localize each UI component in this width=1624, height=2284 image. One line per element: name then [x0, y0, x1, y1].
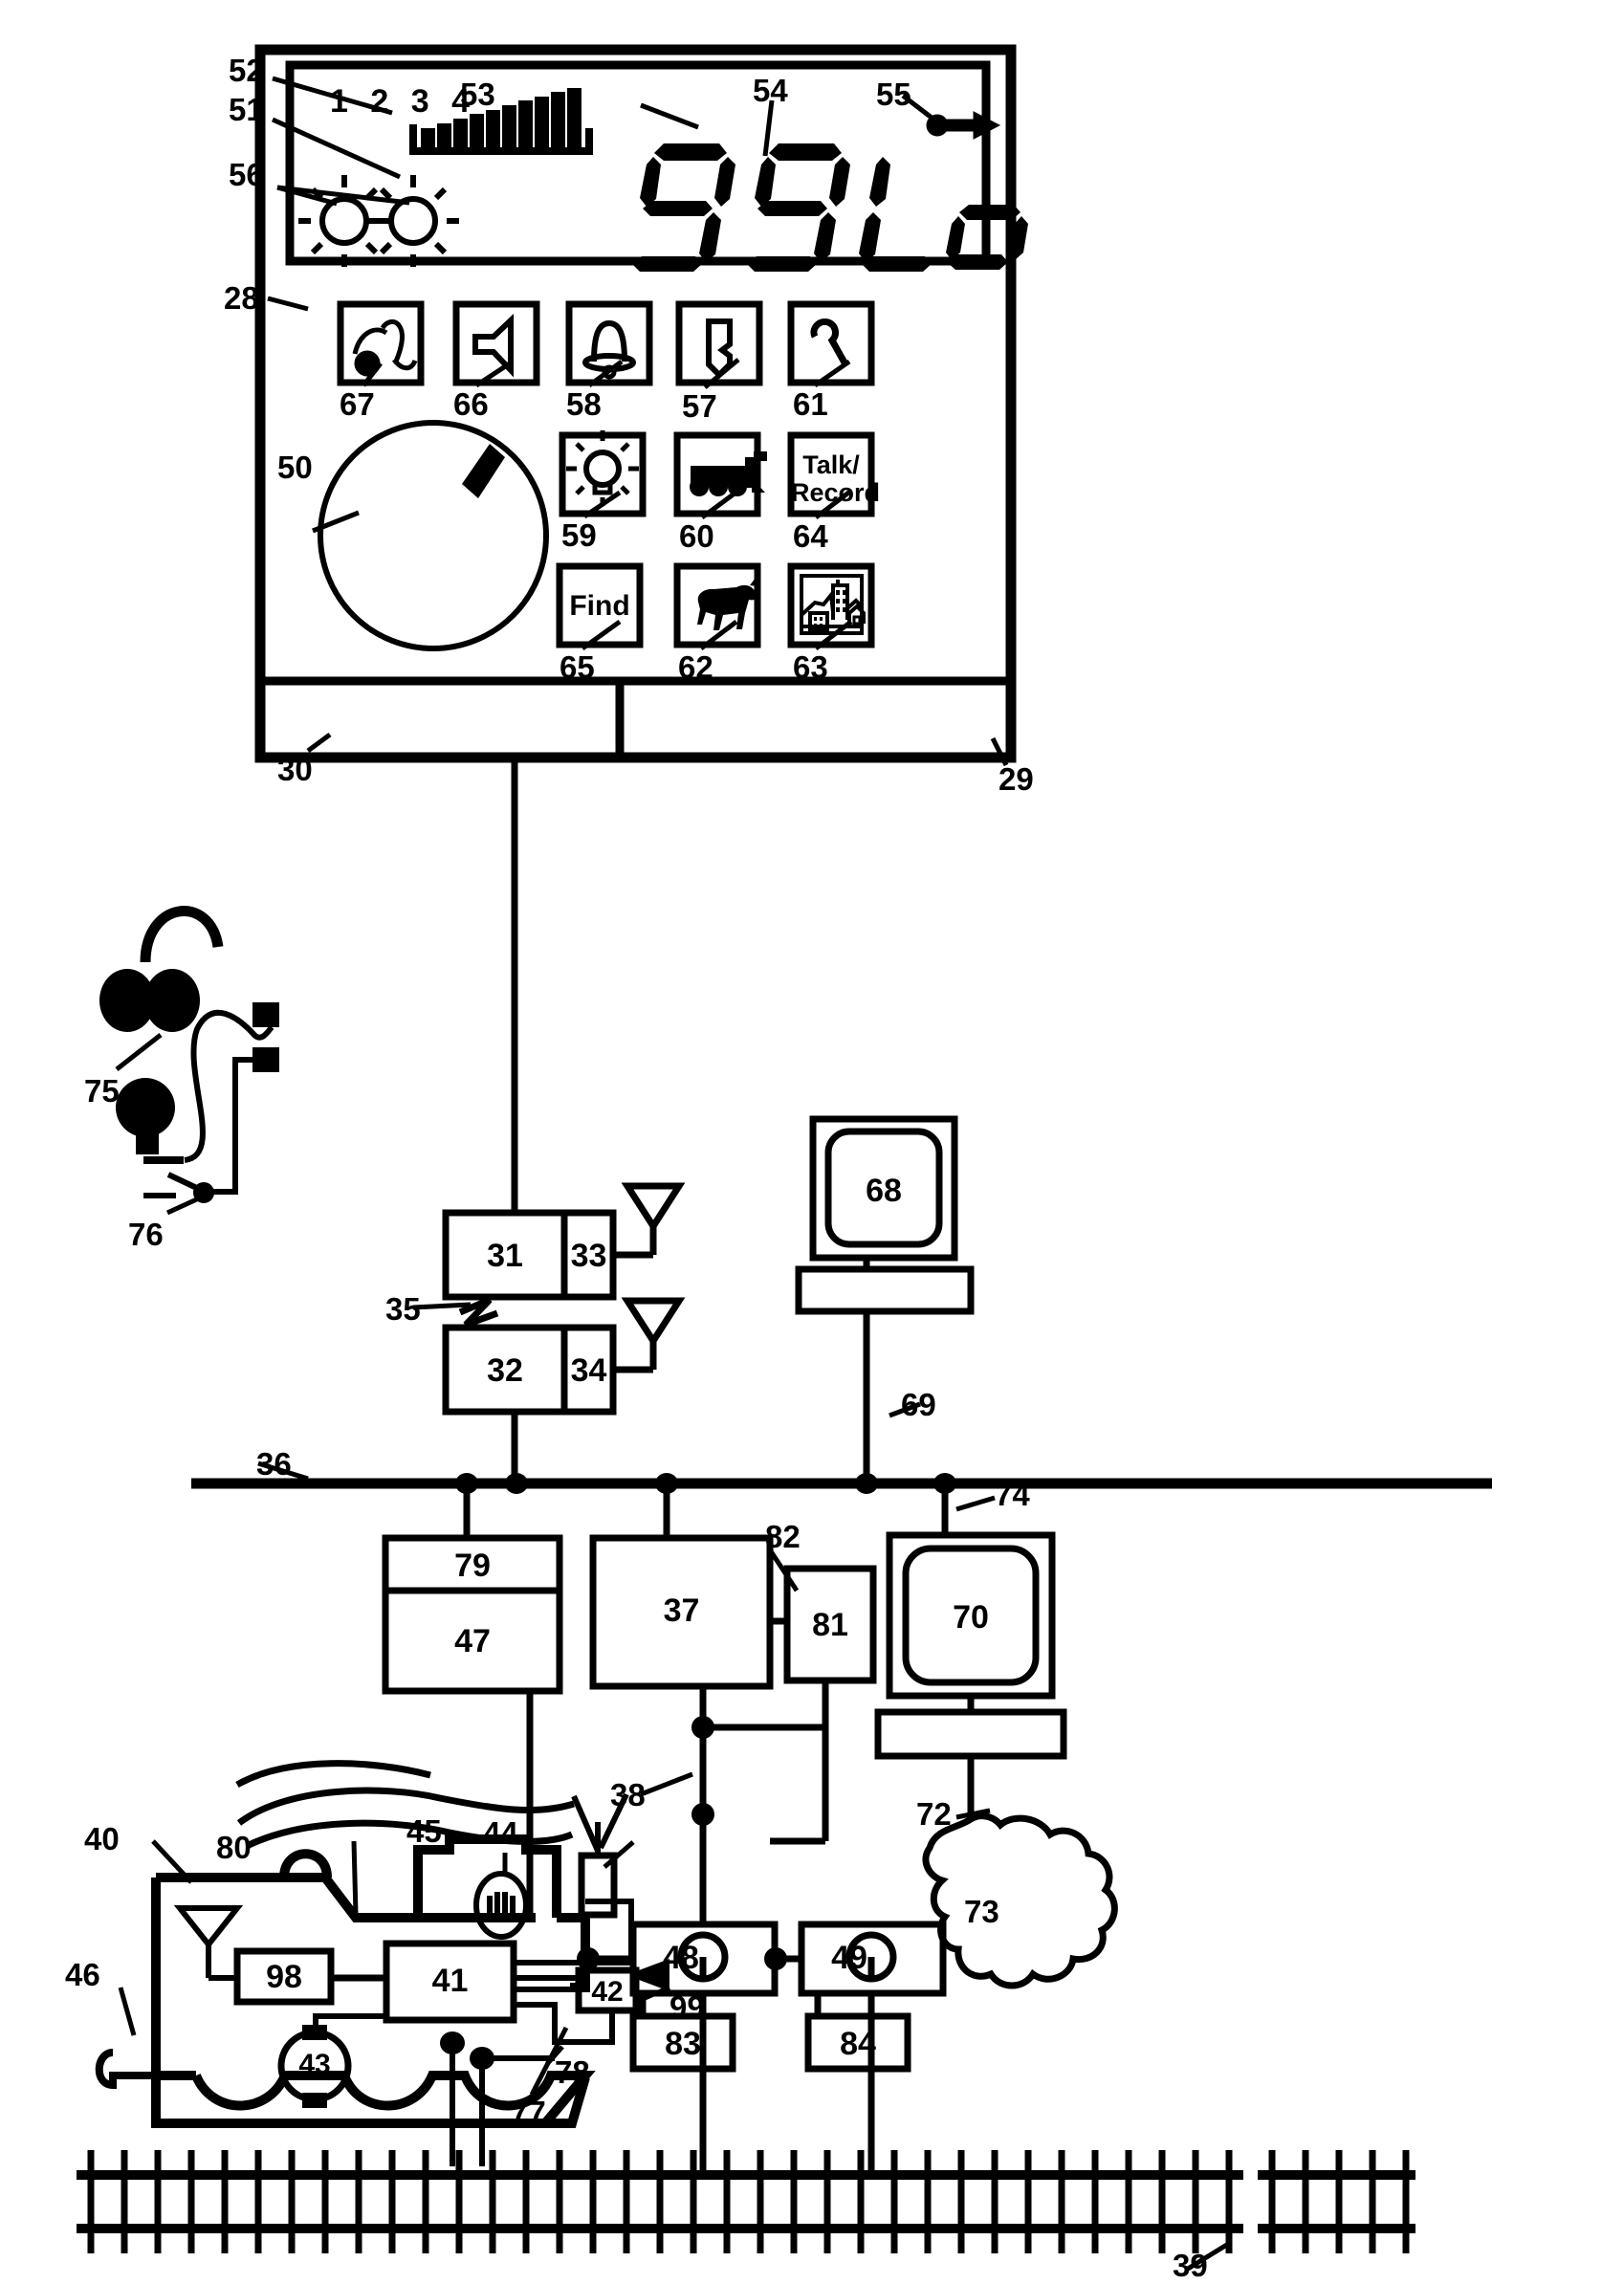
ref-72: 72 — [916, 1796, 952, 1832]
railroad-track — [77, 2150, 1416, 2253]
box-42: 42 — [591, 1976, 624, 2008]
lamp-icons-group — [298, 175, 459, 267]
ref-66: 66 — [453, 386, 489, 422]
box-34: 34 — [570, 1352, 607, 1389]
ref-58: 58 — [566, 386, 602, 422]
ref-60: 60 — [679, 518, 714, 554]
ref-40: 40 — [84, 1821, 120, 1856]
box-32: 32 — [487, 1352, 523, 1389]
box-84: 84 — [840, 2026, 876, 2062]
box-41: 41 — [431, 1963, 469, 1999]
ref-78: 78 — [555, 2054, 590, 2090]
ref-57: 57 — [682, 388, 717, 424]
ref-64: 64 — [793, 518, 828, 554]
lcd-digit-readout — [632, 143, 1028, 272]
ref-59: 59 — [561, 517, 597, 553]
figure-canvas: 1 2 3 4 52 51 56 53 54 55 28 50 67 66 58… — [0, 0, 1624, 2283]
cityscape-icon — [800, 574, 866, 635]
throttle-dial — [318, 420, 549, 651]
ref-50: 50 — [277, 450, 313, 485]
ref-38: 38 — [610, 1777, 646, 1812]
monitor-70 — [874, 1483, 1067, 1819]
box-49: 49 — [831, 1940, 867, 1976]
speaker-icon — [472, 314, 514, 378]
box-83: 83 — [665, 2026, 701, 2062]
cloud-network — [922, 1812, 1118, 1989]
box-81: 81 — [812, 1607, 848, 1643]
box-48: 48 — [663, 1940, 699, 1976]
talk-record-line2: Record — [791, 478, 881, 508]
jack-upper — [252, 1002, 279, 1027]
box-37: 37 — [663, 1592, 700, 1629]
lightbulb-icon — [566, 430, 639, 506]
ref-80: 80 — [216, 1830, 252, 1865]
ref-99: 99 — [669, 1989, 705, 2025]
ref-35: 35 — [385, 1291, 421, 1327]
box-79: 79 — [454, 1548, 491, 1584]
jack-lower — [252, 1047, 279, 1072]
ref-55: 55 — [876, 77, 911, 112]
base-station-1 — [442, 1168, 686, 1301]
locomotive-body — [151, 1834, 590, 2080]
box-98: 98 — [266, 1959, 302, 1995]
find-button-label[interactable]: Find — [560, 590, 640, 622]
ref-74: 74 — [995, 1477, 1030, 1512]
ref-61: 61 — [793, 386, 828, 422]
wrench-icon — [810, 318, 849, 366]
box-31: 31 — [487, 1238, 523, 1274]
box-47: 47 — [454, 1623, 491, 1659]
locomotive-icon — [690, 451, 767, 496]
box-68: 68 — [866, 1173, 902, 1209]
ref-29: 29 — [999, 761, 1034, 797]
ref-46: 46 — [65, 1957, 100, 1992]
box-70: 70 — [953, 1599, 989, 1636]
ref-63: 63 — [793, 649, 828, 685]
ref-69: 69 — [901, 1387, 936, 1422]
ref-77: 77 — [511, 2095, 546, 2130]
ref-36: 36 — [256, 1446, 292, 1482]
ref-28: 28 — [224, 280, 259, 316]
ref-44: 44 — [483, 1815, 518, 1851]
ref-45: 45 — [406, 1813, 442, 1849]
box-43: 43 — [298, 2049, 331, 2080]
headphone-cord — [184, 1009, 274, 1163]
ref-82: 82 — [765, 1519, 801, 1554]
throttle-pointer — [462, 444, 505, 498]
module-37 — [589, 1483, 774, 1924]
coupler-46 — [95, 2049, 156, 2090]
whistle-note-icon — [352, 318, 418, 377]
ref-65: 65 — [560, 649, 595, 685]
ref-54: 54 — [753, 73, 788, 108]
ref-62: 62 — [678, 649, 713, 685]
ref-53: 53 — [460, 77, 495, 112]
talk-record-button-label[interactable]: Talk/ Record — [791, 450, 880, 507]
ref-39: 39 — [1173, 2248, 1208, 2283]
ref-76: 76 — [128, 1217, 164, 1252]
ref-67: 67 — [340, 386, 375, 422]
ref-75: 75 — [84, 1073, 120, 1109]
loco-antenna — [173, 1905, 244, 1981]
talk-record-line1: Talk/ — [802, 450, 860, 479]
ref-52: 52 — [229, 53, 264, 88]
ref-73: 73 — [964, 1894, 999, 1929]
ref-51: 51 — [229, 92, 264, 127]
ref-30: 30 — [277, 752, 313, 787]
box-33: 33 — [570, 1238, 607, 1274]
ref-56: 56 — [229, 157, 264, 192]
smoke-plume — [235, 1760, 576, 1850]
lcd-channel-numbers: 1 2 3 4 — [330, 83, 476, 120]
cow-icon — [697, 578, 761, 630]
speaker-44 — [473, 1871, 529, 1940]
